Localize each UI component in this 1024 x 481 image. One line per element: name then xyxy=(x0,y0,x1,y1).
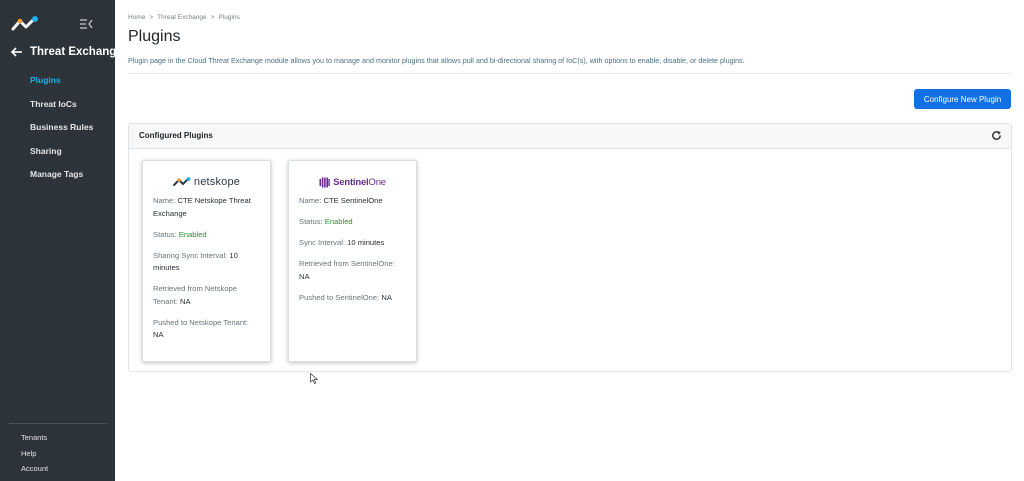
sidebar-nav: Plugins Threat IoCs Business Rules Shari… xyxy=(30,74,93,192)
breadcrumb: Home > Threat Exchange > Plugins xyxy=(128,14,240,21)
plugin-retrieved: Retrieved from SentinelOne: NA xyxy=(299,259,395,281)
panel-title: Configured Plugins xyxy=(139,131,213,140)
breadcrumb-separator: > xyxy=(210,14,215,21)
sidebar-item-help[interactable]: Help xyxy=(21,449,48,465)
sidebar-item-plugins[interactable]: Plugins xyxy=(30,74,93,98)
plugin-logo: netskope xyxy=(153,161,260,195)
sentinelone-logo-text: SentinelOne xyxy=(333,176,386,188)
plugin-card-sentinelone[interactable]: SentinelOne Name: CTE SentinelOne Status… xyxy=(288,160,417,362)
arrow-left-icon xyxy=(10,47,22,57)
refresh-icon[interactable] xyxy=(991,130,1002,141)
plugin-name: Name: CTE SentinelOne xyxy=(299,196,383,205)
plugin-sync-interval: Sharing Sync Interval: 10 minutes xyxy=(153,250,238,273)
configure-new-plugin-button[interactable]: Configure New Plugin xyxy=(914,89,1011,109)
plugin-logo: SentinelOne xyxy=(299,161,406,195)
netskope-logo-icon xyxy=(172,177,191,186)
sentinelone-logo: SentinelOne xyxy=(319,177,386,188)
plugin-status: Status: Enabled xyxy=(299,217,353,226)
sidebar-item-sharing[interactable]: Sharing xyxy=(30,145,93,169)
netskope-logo-icon[interactable] xyxy=(11,15,39,33)
breadcrumb-home[interactable]: Home xyxy=(128,14,145,21)
plugin-status: Status: Enabled xyxy=(153,229,207,239)
plugin-retrieved: Retrieved from Netskope Tenant: NA xyxy=(153,284,237,306)
sidebar-divider xyxy=(9,423,107,424)
panel-header: Configured Plugins xyxy=(129,124,1011,149)
plugin-card-netskope[interactable]: netskope Name: CTE Netskope Threat Excha… xyxy=(142,160,271,362)
page-description: Plugin page in the Cloud Threat Exchange… xyxy=(128,56,745,65)
breadcrumb-current: Plugins xyxy=(218,14,240,21)
sidebar-footer: Tenants Help Account xyxy=(21,433,48,480)
page-title: Plugins xyxy=(128,28,181,45)
plugin-pushed: Pushed to SentinelOne: NA xyxy=(299,292,392,302)
plugin-pushed: Pushed to Netskope Tenant: NA xyxy=(153,317,249,340)
module-title: Threat Exchange xyxy=(30,46,123,58)
sidebar-item-account[interactable]: Account xyxy=(21,464,48,480)
configured-plugins-panel: Configured Plugins netskope Name: CTE Ne… xyxy=(128,123,1012,372)
breadcrumb-separator: > xyxy=(149,14,154,21)
status-badge: Enabled xyxy=(324,217,353,226)
sidebar-item-tenants[interactable]: Tenants xyxy=(21,433,48,449)
plugin-name: Name: CTE Netskope Threat Exchange xyxy=(153,196,251,218)
sentinelone-logo-icon xyxy=(319,177,330,187)
sidebar-item-threat-iocs[interactable]: Threat IoCs xyxy=(30,98,93,122)
main-content: Home > Threat Exchange > Plugins Plugins Plu… xyxy=(115,0,1024,481)
netskope-logo-text: netskope xyxy=(193,176,241,188)
sidebar: Threat Exchange Plugins Threat IoCs Busi… xyxy=(0,0,123,481)
status-badge: Enabled xyxy=(178,229,207,239)
sidebar-item-business-rules[interactable]: Business Rules xyxy=(30,121,93,145)
collapse-menu-icon[interactable] xyxy=(79,17,93,31)
mouse-cursor-icon xyxy=(310,373,318,384)
breadcrumb-threat-exchange[interactable]: Threat Exchange xyxy=(157,14,207,21)
header-divider xyxy=(128,73,1011,74)
back-to-threat-exchange[interactable]: Threat Exchange xyxy=(10,45,123,59)
sidebar-item-manage-tags[interactable]: Manage Tags xyxy=(30,168,93,192)
netskope-logo: netskope xyxy=(172,176,241,188)
plugin-sync-interval: Sync Interval: 10 minutes xyxy=(299,238,385,247)
